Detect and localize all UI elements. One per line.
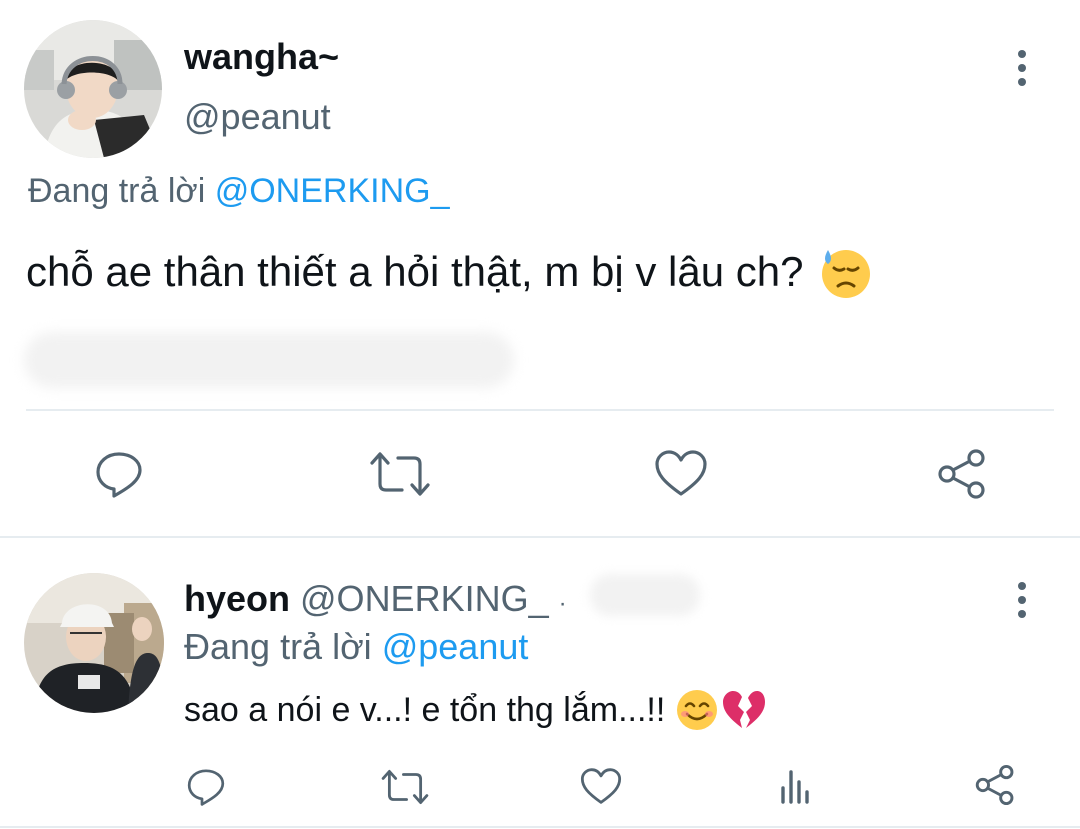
divider xyxy=(26,409,1054,411)
user-handle[interactable]: @peanut xyxy=(184,96,331,138)
tweet-header: hyeon @ONERKING_ · xyxy=(184,578,567,620)
reply-icon[interactable] xyxy=(94,448,144,498)
user-handle[interactable]: @ONERKING_ xyxy=(300,578,549,620)
display-name[interactable]: wangha~ xyxy=(184,36,339,78)
more-options-icon[interactable] xyxy=(1018,582,1026,618)
tweet-text-content: sao a nói e v...! e tổn thg lắm...!! xyxy=(184,690,666,729)
replying-mention[interactable]: @peanut xyxy=(382,626,529,667)
broken-heart-icon xyxy=(721,688,767,732)
display-name[interactable]: hyeon xyxy=(184,578,290,620)
tweet-text-content: chỗ ae thân thiết a hỏi thật, m bị v lâu… xyxy=(26,248,804,295)
redacted-blur xyxy=(24,332,514,388)
avatar[interactable] xyxy=(24,20,162,158)
like-icon[interactable] xyxy=(654,448,708,498)
replying-to: Đang trả lời @ONERKING_ xyxy=(28,172,450,211)
smiling-face-with-smiling-eyes-icon xyxy=(675,688,719,732)
replying-mention[interactable]: @ONERKING_ xyxy=(215,172,450,210)
downcast-face-with-sweat-icon xyxy=(818,244,874,300)
share-icon[interactable] xyxy=(974,764,1016,806)
tweet-text: chỗ ae thân thiết a hỏi thật, m bị v lâu… xyxy=(26,244,874,300)
replying-to: Đang trả lời @peanut xyxy=(184,626,528,668)
retweet-icon[interactable] xyxy=(380,768,430,806)
bottom-divider xyxy=(0,826,1080,828)
reply-icon[interactable] xyxy=(186,766,226,806)
like-icon[interactable] xyxy=(580,766,622,806)
share-icon[interactable] xyxy=(936,448,988,500)
replying-prefix: Đang trả lời xyxy=(28,172,206,210)
retweet-icon[interactable] xyxy=(368,450,432,498)
tweet-separator xyxy=(0,536,1080,538)
avatar[interactable] xyxy=(24,573,164,713)
analytics-icon[interactable] xyxy=(780,768,814,804)
separator-dot: · xyxy=(558,590,567,617)
more-options-icon[interactable] xyxy=(1018,50,1026,86)
tweet-text: sao a nói e v...! e tổn thg lắm...!! xyxy=(184,688,767,732)
redacted-blur xyxy=(590,574,700,616)
replying-prefix: Đang trả lời xyxy=(184,626,372,667)
